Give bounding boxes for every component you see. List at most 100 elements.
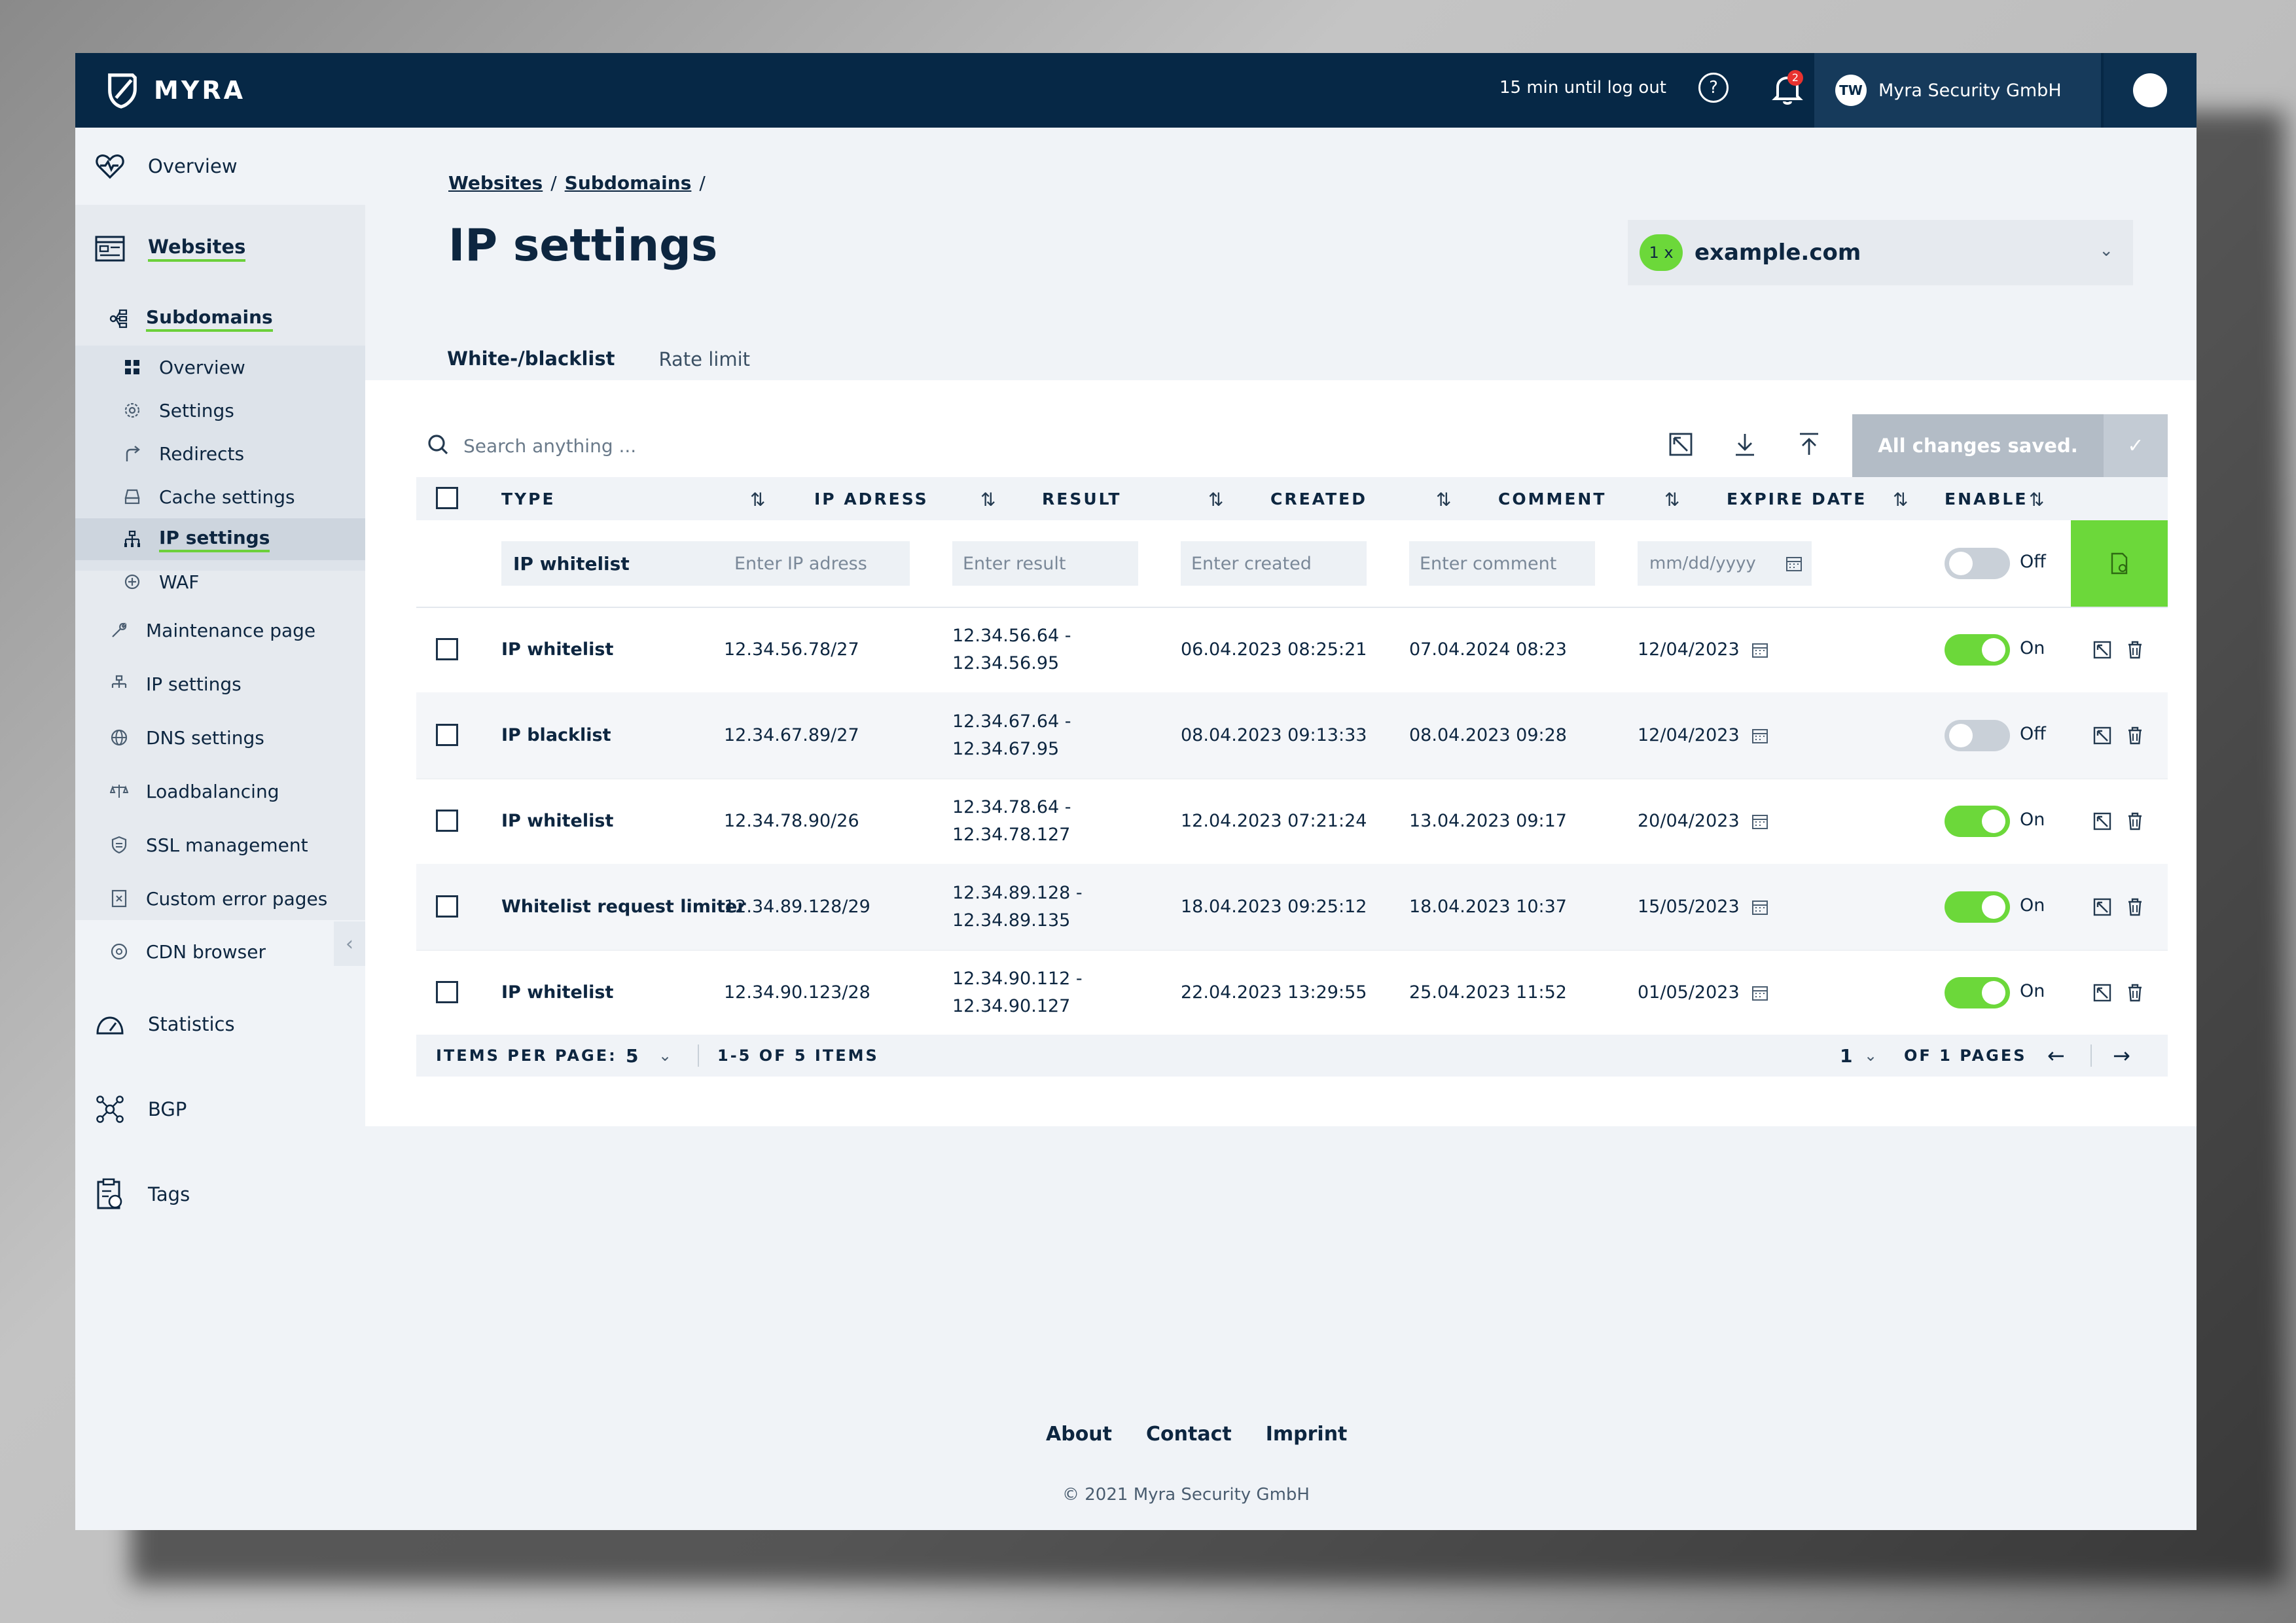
row-checkbox[interactable]	[436, 981, 458, 1003]
organization-switcher[interactable]: TW Myra Security GmbH	[1814, 53, 2101, 128]
cell-comment: 13.04.2023 09:17	[1409, 811, 1567, 831]
edit-icon[interactable]	[2092, 982, 2113, 1003]
top-bar: MYRA 15 min until log out ? 2 TW Myra Se…	[75, 53, 2197, 128]
check-icon[interactable]: ✓	[2104, 414, 2168, 477]
column-comment[interactable]: COMMENT	[1498, 477, 1606, 520]
enable-toggle[interactable]	[1945, 806, 2010, 837]
trash-icon[interactable]	[2125, 897, 2145, 918]
column-ip-address-label[interactable]: IP ADRESS	[814, 477, 929, 520]
help-icon[interactable]: ?	[1698, 73, 1729, 103]
edit-icon[interactable]	[2092, 811, 2113, 832]
column-result[interactable]: RESULT	[1042, 477, 1121, 520]
enable-toggle[interactable]	[1945, 634, 2010, 666]
edit-icon[interactable]	[2092, 639, 2113, 660]
calendar-icon[interactable]	[1751, 813, 1768, 830]
tab-white-blacklist[interactable]: White-/blacklist	[424, 336, 638, 384]
select-all-checkbox[interactable]	[436, 487, 458, 509]
expire-date-input[interactable]: mm/dd/yyyy	[1638, 541, 1812, 586]
notification-badge: 2	[1787, 70, 1803, 86]
sort-icon[interactable]: ⇅	[980, 489, 996, 510]
table-row[interactable]: IP whitelist 12.34.78.90/26 12.34.78.64 -1…	[416, 778, 2168, 865]
table-row[interactable]: Whitelist request limiter 12.34.89.128/29…	[416, 864, 2168, 951]
footer-imprint-link[interactable]: Imprint	[1266, 1423, 1348, 1446]
sort-icon[interactable]: ⇅	[1436, 489, 1451, 510]
collapse-sidebar-button[interactable]: ‹	[334, 921, 365, 966]
trash-icon[interactable]	[2125, 639, 2145, 660]
sidebar-item-websites[interactable]: Websites	[75, 205, 365, 292]
enable-toggle[interactable]	[1945, 977, 2010, 1008]
row-checkbox[interactable]	[436, 895, 458, 918]
chevron-down-icon[interactable]: ⌄	[1864, 1035, 1879, 1077]
brand-logo[interactable]: MYRA	[105, 71, 245, 109]
search-input[interactable]	[462, 429, 1446, 463]
sidebar-item-loadbalancing[interactable]: Loadbalancing	[75, 764, 365, 818]
sidebar-item-cdn-browser[interactable]: CDN browser	[75, 925, 365, 978]
sidebar-item-dns-settings[interactable]: DNS settings	[75, 711, 365, 764]
edit-icon[interactable]	[1666, 430, 1695, 459]
sidebar-item-statistics[interactable]: Statistics	[75, 982, 365, 1067]
sidebar-item-subdomains[interactable]: Subdomains	[75, 292, 365, 346]
next-page-button[interactable]: →	[2113, 1035, 2132, 1077]
sidebar-item-bgp[interactable]: BGP	[75, 1067, 365, 1152]
sidebar-item-ip-settings[interactable]: IP settings	[75, 657, 365, 711]
sidebar-item-maintenance-page[interactable]: Maintenance page	[75, 603, 365, 657]
sort-icon[interactable]: ⇅	[1893, 489, 1908, 510]
breadcrumb-websites[interactable]: Websites	[448, 172, 543, 194]
row-checkbox[interactable]	[436, 810, 458, 832]
calendar-icon[interactable]	[1785, 555, 1803, 572]
sidebar-item-ip-settings-active[interactable]: IP settings	[75, 518, 365, 560]
calendar-icon[interactable]	[1751, 641, 1768, 658]
items-per-page-select[interactable]: 5	[626, 1035, 640, 1077]
prev-page-button[interactable]: ←	[2047, 1035, 2067, 1077]
row-checkbox[interactable]	[436, 638, 458, 660]
upload-icon[interactable]	[1795, 430, 1823, 459]
breadcrumb-subdomains[interactable]: Subdomains	[565, 172, 692, 194]
domain-selector[interactable]: 1 x example.com ⌄	[1628, 220, 2133, 285]
sidebar-item-ssl-management[interactable]: SSL management	[75, 818, 365, 872]
row-checkbox[interactable]	[436, 724, 458, 746]
sort-icon[interactable]: ⇅	[1208, 489, 1223, 510]
sort-icon[interactable]: ⇅	[750, 489, 765, 510]
column-enable[interactable]: ENABLE	[1945, 477, 2028, 520]
calendar-icon[interactable]	[1751, 899, 1768, 916]
user-menu[interactable]	[2104, 53, 2197, 128]
sidebar-item-settings[interactable]: Settings	[75, 389, 365, 432]
table-row[interactable]: IP whitelist 12.34.90.123/28 12.34.90.112 …	[416, 950, 2168, 1037]
sort-icon[interactable]: ⇅	[1664, 489, 1679, 510]
tab-rate-limit[interactable]: Rate limit	[637, 336, 771, 384]
ip-address-input[interactable]	[724, 541, 910, 586]
column-created[interactable]: CREATED	[1270, 477, 1367, 520]
table-row[interactable]: IP blacklist 12.34.67.89/27 12.34.67.64 -1…	[416, 692, 2168, 779]
page-select[interactable]: 1	[1840, 1035, 1854, 1077]
sidebar-item-tags[interactable]: Tags	[75, 1152, 365, 1237]
edit-icon[interactable]	[2092, 725, 2113, 746]
enable-toggle[interactable]	[1945, 720, 2010, 751]
footer-about-link[interactable]: About	[1046, 1423, 1112, 1446]
result-input[interactable]	[952, 541, 1138, 586]
chevron-down-icon[interactable]: ⌄	[658, 1035, 673, 1077]
sidebar-item-custom-error-pages[interactable]: Custom error pages	[75, 872, 365, 925]
sidebar-item-overview[interactable]: Overview	[75, 128, 365, 205]
trash-icon[interactable]	[2125, 811, 2145, 832]
comment-input[interactable]	[1409, 541, 1595, 586]
calendar-icon[interactable]	[1751, 984, 1768, 1001]
download-icon[interactable]	[1731, 430, 1759, 459]
add-entry-button[interactable]	[2071, 520, 2168, 607]
trash-icon[interactable]	[2125, 725, 2145, 746]
enable-toggle[interactable]	[1945, 891, 2010, 923]
column-expire-date[interactable]: EXPIRE DATE	[1727, 477, 1867, 520]
created-input[interactable]	[1181, 541, 1367, 586]
sidebar-item-waf[interactable]: WAF	[75, 560, 365, 603]
grid-icon	[121, 356, 143, 378]
column-type[interactable]: TYPE	[501, 477, 556, 520]
table-row[interactable]: IP whitelist 12.34.56.78/27 12.34.56.64 -1…	[416, 607, 2168, 694]
edit-icon[interactable]	[2092, 897, 2113, 918]
sidebar-item-redirects[interactable]: Redirects	[75, 432, 365, 475]
footer-contact-link[interactable]: Contact	[1146, 1423, 1232, 1446]
sort-icon[interactable]: ⇅	[2029, 489, 2044, 510]
sidebar-item-cache-settings[interactable]: Cache settings	[75, 475, 365, 518]
sidebar-item-subdomain-overview[interactable]: Overview	[75, 346, 365, 389]
calendar-icon[interactable]	[1751, 727, 1768, 744]
enable-toggle[interactable]	[1945, 548, 2010, 579]
trash-icon[interactable]	[2125, 982, 2145, 1003]
